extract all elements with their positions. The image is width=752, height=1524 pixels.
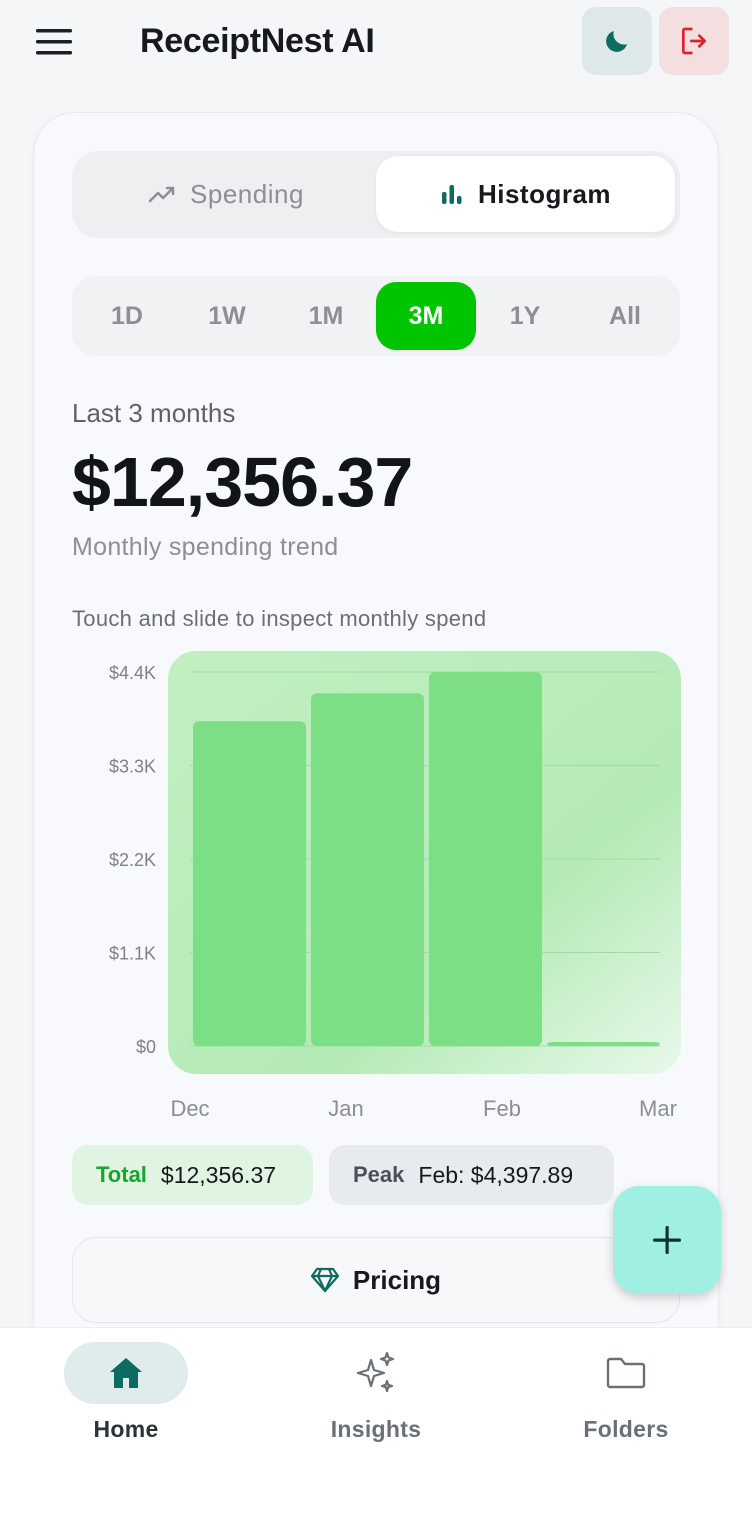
nav-home-label: Home — [93, 1416, 159, 1442]
logout-button[interactable] — [659, 7, 729, 75]
x-tick-label: Feb — [483, 1096, 521, 1121]
bar-jan[interactable] — [311, 693, 424, 1046]
x-tick-label: Mar — [639, 1096, 677, 1121]
total-stat-pill: Total $12,356.37 — [72, 1145, 313, 1205]
histogram-chart[interactable]: $0 $1.1K $2.2K $3.3K $4.4K Dec Jan Feb Mar — [90, 648, 690, 1128]
app-root: ReceiptNest AI Spending Histogram 1D 1W … — [0, 0, 752, 1524]
pricing-label: Pricing — [352, 1264, 442, 1295]
pricing-button[interactable]: Pricing — [72, 1237, 680, 1323]
total-amount: $12,356.37 — [72, 443, 413, 521]
nav-insights-label: Insights — [330, 1416, 422, 1442]
y-tick-label: $1.1K — [109, 944, 156, 964]
home-icon — [110, 1358, 142, 1388]
nav-home[interactable]: Home — [36, 1342, 216, 1452]
bar-mar[interactable] — [547, 1042, 660, 1046]
period-label: Last 3 months — [72, 398, 236, 428]
x-tick-label: Dec — [170, 1096, 209, 1121]
plus-icon — [653, 1226, 681, 1254]
nav-home-indicator — [64, 1342, 188, 1404]
peak-stat-label: Peak — [353, 1162, 405, 1187]
bottom-navigation: Home Insights Folders — [0, 1327, 752, 1524]
total-stat-label: Total — [96, 1162, 147, 1187]
app-header: ReceiptNest AI — [0, 0, 752, 84]
theme-toggle-button[interactable] — [582, 7, 652, 75]
chart-subtitle: Monthly spending trend — [72, 533, 339, 561]
peak-stat-value: Feb: $4,397.89 — [418, 1161, 574, 1188]
bar-chart-icon — [441, 185, 462, 204]
nav-insights-indicator — [314, 1342, 438, 1404]
range-1m[interactable]: 1M — [276, 282, 376, 350]
range-selector: 1D 1W 1M 3M 1Y All — [72, 276, 680, 356]
tab-histogram-label: Histogram — [477, 178, 612, 209]
range-3m[interactable]: 3M — [376, 282, 476, 350]
nav-folders-label: Folders — [583, 1416, 669, 1442]
peak-stat-pill: Peak Feb: $4,397.89 — [329, 1145, 614, 1205]
bar-feb[interactable] — [429, 672, 542, 1046]
nav-folders-indicator — [564, 1342, 688, 1404]
moon-icon — [606, 31, 627, 52]
tab-histogram[interactable]: Histogram — [376, 156, 675, 232]
sparkles-icon — [356, 1351, 395, 1393]
tab-spending-label: Spending — [190, 178, 304, 209]
nav-folders[interactable]: Folders — [536, 1342, 716, 1452]
view-toggle: Spending Histogram — [72, 151, 680, 238]
y-tick-label: $0 — [136, 1037, 156, 1057]
range-1y[interactable]: 1Y — [475, 282, 575, 350]
app-title: ReceiptNest AI — [140, 22, 375, 60]
nav-insights[interactable]: Insights — [286, 1342, 466, 1452]
add-receipt-button[interactable] — [613, 1186, 721, 1294]
y-tick-label: $3.3K — [109, 757, 156, 777]
bar-dec[interactable] — [193, 721, 306, 1046]
menu-button[interactable] — [30, 22, 78, 62]
x-tick-label: Jan — [328, 1096, 363, 1121]
logout-icon — [682, 27, 706, 55]
chart-hint: Touch and slide to inspect monthly spend — [72, 606, 487, 631]
diamond-icon — [310, 1267, 339, 1293]
y-tick-label: $4.4K — [109, 663, 156, 683]
folder-icon — [606, 1357, 646, 1389]
tab-spending[interactable]: Spending — [78, 156, 374, 232]
trend-line-icon — [148, 186, 175, 203]
total-stat-value: $12,356.37 — [160, 1161, 277, 1188]
range-1d[interactable]: 1D — [77, 282, 177, 350]
range-all[interactable]: All — [575, 282, 675, 350]
y-tick-label: $2.2K — [109, 850, 156, 870]
menu-icon — [36, 29, 72, 55]
range-1w[interactable]: 1W — [177, 282, 277, 350]
